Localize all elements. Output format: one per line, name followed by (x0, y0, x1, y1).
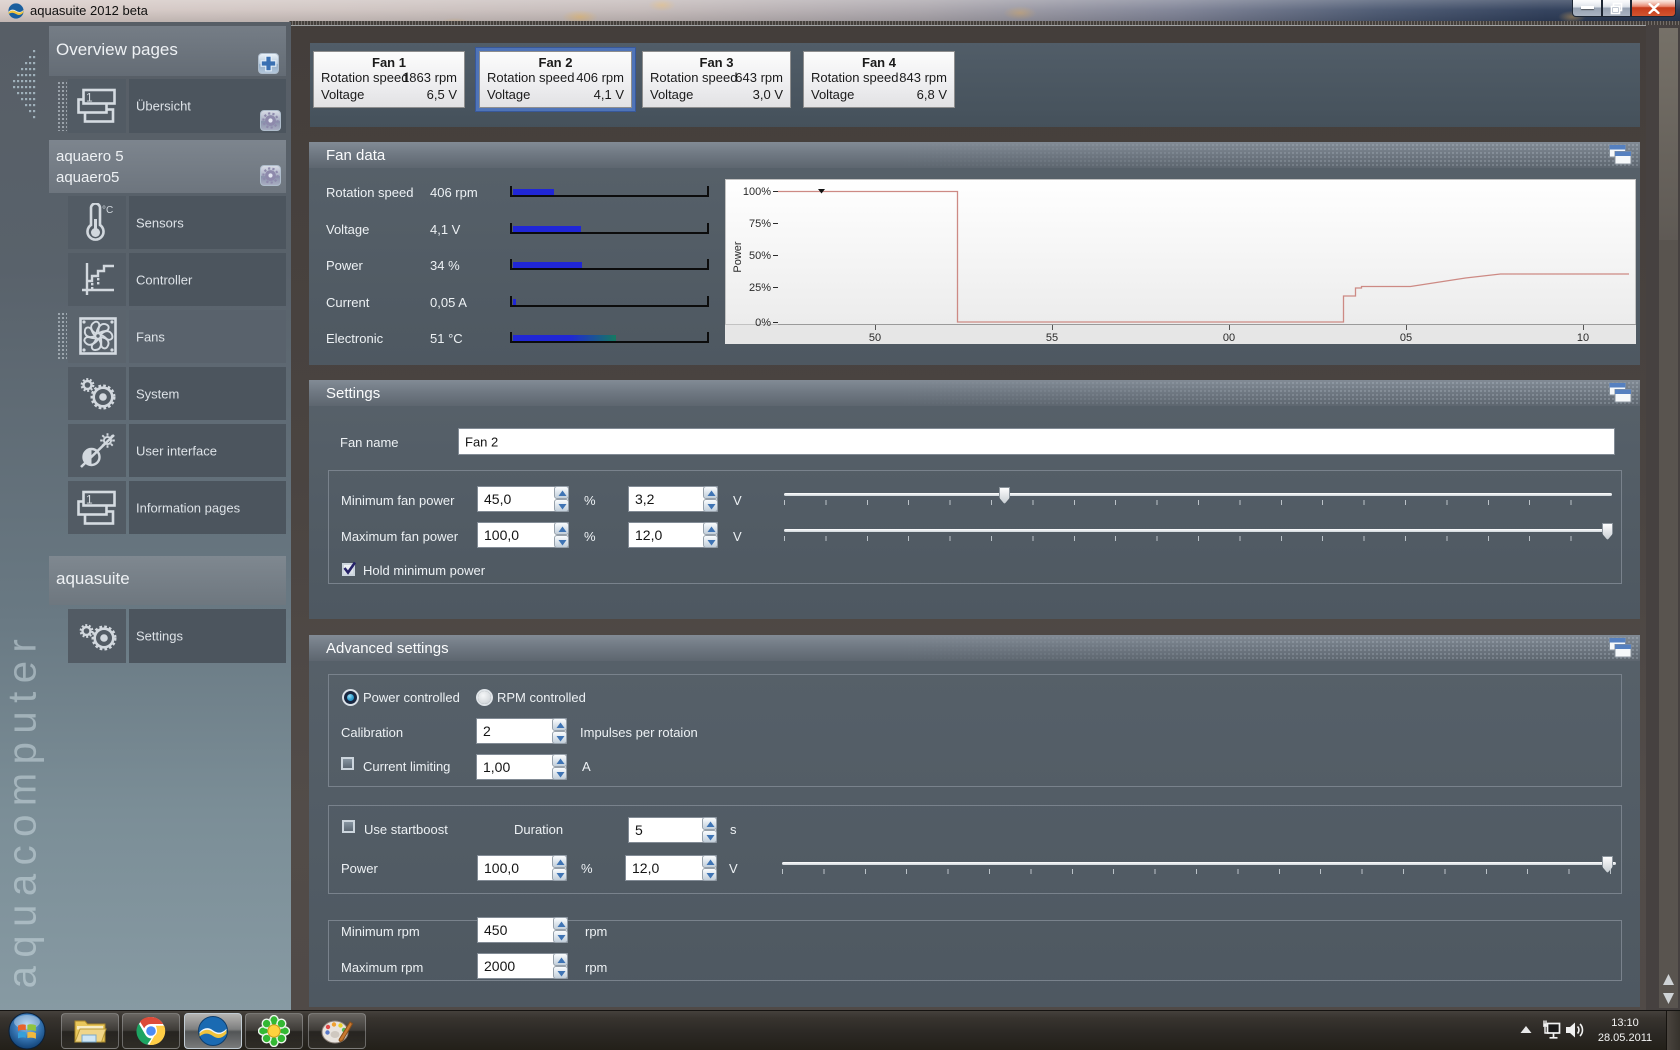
svg-text:25%: 25% (749, 282, 771, 294)
svg-text:55: 55 (1046, 332, 1058, 344)
svg-text:50: 50 (869, 332, 881, 344)
svg-text:1: 1 (86, 493, 93, 507)
svg-text:1: 1 (86, 91, 93, 105)
svg-text:100%: 100% (743, 186, 771, 198)
svg-text:00: 00 (1223, 332, 1235, 344)
svg-text:75%: 75% (749, 218, 771, 230)
svg-text:05: 05 (1400, 332, 1412, 344)
svg-text:Power: Power (732, 241, 744, 273)
svg-text:10: 10 (1577, 332, 1589, 344)
svg-text:0%: 0% (755, 317, 771, 329)
svg-text:50%: 50% (749, 250, 771, 262)
svg-text:°C: °C (102, 205, 113, 216)
